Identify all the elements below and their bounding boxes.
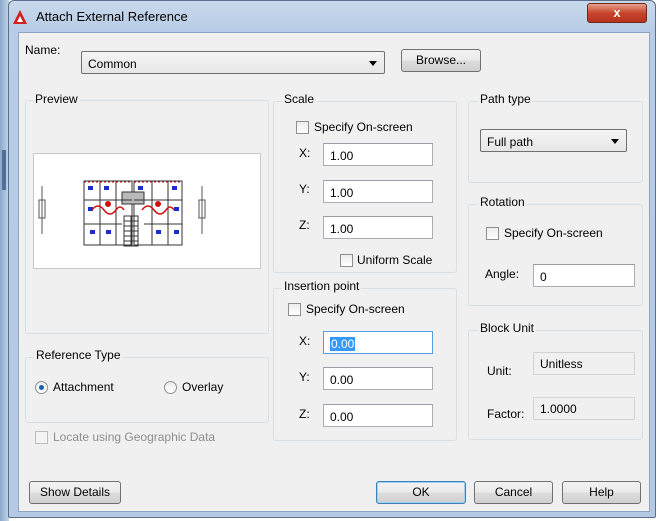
name-dropdown-value: Common [88,57,137,71]
scale-label: Scale [282,92,317,106]
angle-label: Angle: [485,267,520,281]
insertion-y-label: Y: [299,370,310,384]
name-label: Name: [25,43,61,57]
cancel-button[interactable]: Cancel [474,481,553,504]
chevron-down-icon [369,61,377,66]
scale-z-input[interactable]: 1.00 [323,216,433,239]
scale-specify-onscreen-label[interactable]: Specify On-screen [314,120,413,134]
window-title: Attach External Reference [36,9,188,24]
background-scrollbar-thumb [2,150,6,190]
insertion-specify-onscreen-checkbox[interactable] [288,303,301,316]
rotation-group [468,204,643,306]
autocad-logo-icon [13,10,27,24]
show-details-button[interactable]: Show Details [29,481,121,504]
rotation-specify-onscreen-label[interactable]: Specify On-screen [504,226,603,240]
rotation-label: Rotation [478,195,527,209]
uniform-scale-checkbox[interactable] [340,254,353,267]
attachment-radio[interactable] [35,381,48,394]
chevron-down-icon [611,139,619,144]
name-dropdown[interactable]: Common [81,51,385,74]
path-type-label: Path type [478,92,533,106]
geographic-label[interactable]: Locate using Geographic Data [53,430,215,444]
block-unit-label: Block Unit [478,321,537,335]
scale-y-input[interactable]: 1.00 [323,180,433,203]
unit-label: Unit: [487,364,512,378]
insertion-z-input[interactable]: 0.00 [323,404,433,427]
floor-plan-preview-drawing [38,180,206,247]
overlay-radio[interactable] [164,381,177,394]
preview-image [33,153,261,269]
attachment-label[interactable]: Attachment [53,380,114,394]
scale-specify-onscreen-checkbox[interactable] [296,121,309,134]
close-button[interactable]: x [587,3,647,23]
factor-label: Factor: [487,407,525,421]
insertion-x-label: X: [299,334,311,348]
factor-value: 1.0000 [533,397,635,420]
geographic-checkbox[interactable] [35,431,48,444]
insertion-specify-onscreen-label[interactable]: Specify On-screen [306,302,405,316]
overlay-label[interactable]: Overlay [182,380,223,394]
scale-y-label: Y: [299,182,310,196]
insertion-x-selected-text: 0.00 [330,337,356,351]
block-unit-group [468,330,643,440]
scale-x-label: X: [299,146,311,160]
angle-input[interactable]: 0 [533,264,635,287]
path-type-value: Full path [487,135,534,149]
dialog-client-area: Name: Common Browse... Preview Reference… [18,32,650,512]
insertion-x-input[interactable]: 0.00 [323,331,433,354]
rotation-specify-onscreen-checkbox[interactable] [486,227,499,240]
ok-button[interactable]: OK [376,481,466,504]
unit-value: Unitless [533,352,635,375]
insertion-point-label: Insertion point [282,279,362,293]
path-type-dropdown[interactable]: Full path [480,129,627,152]
uniform-scale-label[interactable]: Uniform Scale [357,253,432,267]
scale-x-input[interactable]: 1.00 [323,143,433,166]
browse-button[interactable]: Browse... [401,49,481,72]
insertion-z-label: Z: [299,407,310,421]
scale-z-label: Z: [299,218,310,232]
reference-type-label: Reference Type [34,348,123,362]
preview-label: Preview [33,92,80,106]
help-button[interactable]: Help [562,481,641,504]
insertion-y-input[interactable]: 0.00 [323,367,433,390]
